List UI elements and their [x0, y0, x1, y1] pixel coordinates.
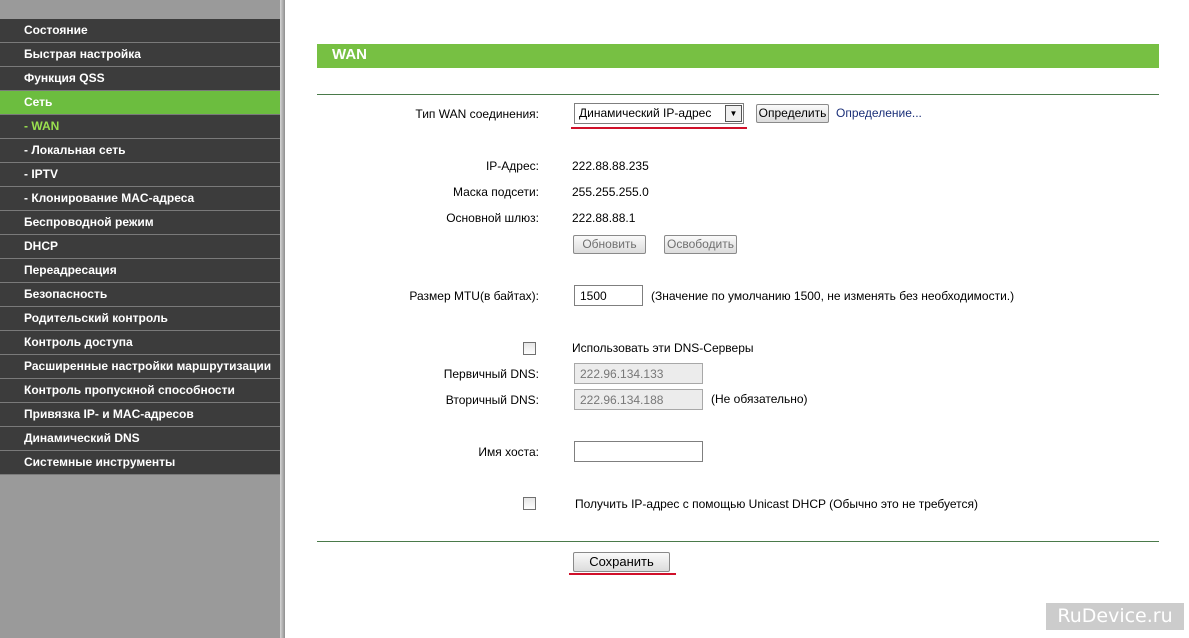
- unicast-dhcp-label: Получить IP-адрес с помощью Unicast DHCP…: [575, 497, 979, 511]
- sidebar-item-ip-mac-binding[interactable]: Привязка IP- и MAC-адресов: [0, 403, 280, 427]
- save-button[interactable]: Сохранить: [573, 552, 670, 572]
- hostname-label: Имя хоста:: [478, 445, 539, 459]
- use-dns-label: Использовать эти DNS-Серверы: [572, 341, 754, 355]
- page-title: WAN: [317, 44, 1159, 68]
- renew-button[interactable]: Обновить: [573, 235, 646, 254]
- sidebar-item-wireless[interactable]: Беспроводной режим: [0, 211, 280, 235]
- sidebar-item-system-tools[interactable]: Системные инструменты: [0, 451, 280, 475]
- primary-dns-input[interactable]: [574, 363, 703, 384]
- sidebar-item-forwarding[interactable]: Переадресация: [0, 259, 280, 283]
- detect-link[interactable]: Определение...: [836, 106, 922, 120]
- secondary-dns-input[interactable]: [574, 389, 703, 410]
- sidebar-item-qss[interactable]: Функция QSS: [0, 67, 280, 91]
- sidebar-item-access-control[interactable]: Контроль доступа: [0, 331, 280, 355]
- sidebar-item-network[interactable]: Сеть: [0, 91, 280, 115]
- primary-dns-label: Первичный DNS:: [443, 367, 539, 381]
- sidebar-top-gap: [0, 0, 280, 19]
- gateway-value: 222.88.88.1: [572, 211, 636, 225]
- sidebar-item-ddns[interactable]: Динамический DNS: [0, 427, 280, 451]
- use-dns-checkbox[interactable]: [523, 342, 536, 355]
- sidebar-item-security[interactable]: Безопасность: [0, 283, 280, 307]
- sidebar-item-dhcp[interactable]: DHCP: [0, 235, 280, 259]
- sidebar-item-status[interactable]: Состояние: [0, 19, 280, 43]
- watermark: RuDevice.ru: [1046, 603, 1184, 630]
- sidebar-item-parental-control[interactable]: Родительский контроль: [0, 307, 280, 331]
- gateway-label: Основной шлюз:: [446, 211, 539, 225]
- sidebar-item-wan[interactable]: - WAN: [0, 115, 280, 139]
- mtu-label: Размер MTU(в байтах):: [409, 289, 539, 303]
- wan-type-highlight: [571, 127, 747, 129]
- save-highlight: [569, 573, 676, 575]
- top-divider: [317, 94, 1159, 95]
- chevron-down-icon[interactable]: ▼: [725, 105, 742, 122]
- sidebar-item-bandwidth-control[interactable]: Контроль пропускной способности: [0, 379, 280, 403]
- main-content: WAN Тип WAN соединения: Динамический IP-…: [285, 0, 1189, 638]
- unicast-dhcp-checkbox[interactable]: [523, 497, 536, 510]
- wan-type-label: Тип WAN соединения:: [415, 107, 539, 121]
- hostname-input[interactable]: [574, 441, 703, 462]
- sidebar-item-lan[interactable]: - Локальная сеть: [0, 139, 280, 163]
- detect-button[interactable]: Определить: [756, 104, 829, 123]
- sidebar-item-mac-clone[interactable]: - Клонирование MAC-адреса: [0, 187, 280, 211]
- ip-address-value: 222.88.88.235: [572, 159, 649, 173]
- subnet-mask-value: 255.255.255.0: [572, 185, 649, 199]
- release-button[interactable]: Освободить: [664, 235, 737, 254]
- sidebar-menu: Состояние Быстрая настройка Функция QSS …: [0, 0, 280, 638]
- subnet-mask-label: Маска подсети:: [452, 185, 539, 199]
- router-admin-page: Состояние Быстрая настройка Функция QSS …: [0, 0, 1189, 638]
- sidebar-item-advanced-routing[interactable]: Расширенные настройки маршрутизации: [0, 355, 280, 379]
- ip-address-label: IP-Адрес:: [485, 159, 539, 173]
- wan-type-select[interactable]: Динамический IP-адрес ▼: [574, 103, 744, 124]
- mtu-input[interactable]: [574, 285, 643, 306]
- sidebar-item-quick-setup[interactable]: Быстрая настройка: [0, 43, 280, 67]
- sidebar-item-iptv[interactable]: - IPTV: [0, 163, 280, 187]
- mtu-hint: (Значение по умолчанию 1500, не изменять…: [651, 289, 1015, 303]
- wan-type-select-value: Динамический IP-адрес: [579, 106, 712, 120]
- secondary-dns-hint: (Не обязательно): [711, 392, 808, 406]
- bottom-divider: [317, 541, 1159, 542]
- secondary-dns-label: Вторичный DNS:: [445, 393, 539, 407]
